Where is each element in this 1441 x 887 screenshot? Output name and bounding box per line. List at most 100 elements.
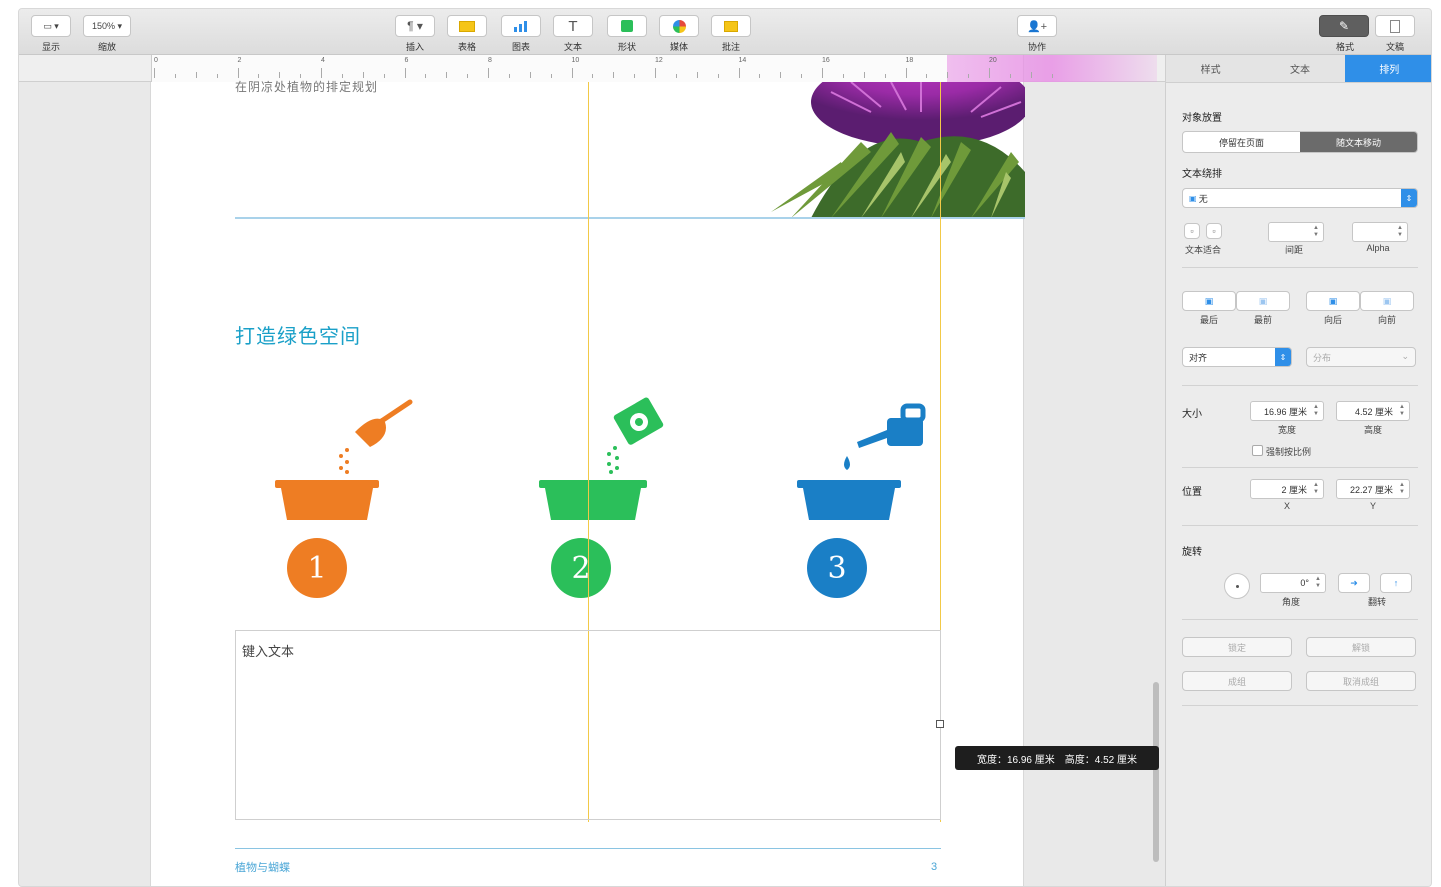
divider xyxy=(1182,385,1418,386)
bring-front-icon: ▣ xyxy=(1258,295,1268,306)
collaborate-button[interactable]: 👤+ xyxy=(1017,15,1057,37)
ruler-tick xyxy=(634,74,636,78)
tab-arrange[interactable]: 排列 xyxy=(1344,55,1431,82)
page[interactable]: 在阴凉处植物的排定规划 打造绿色空间 1 2 3 键入文本 植物与蝴蝶 3 xyxy=(150,80,1025,886)
zoom-select[interactable]: 150% ▾ xyxy=(83,15,131,37)
ruler-number: 6 xyxy=(404,57,409,64)
text-button[interactable]: T xyxy=(553,15,593,37)
flip-vertical-button[interactable]: ↑ xyxy=(1380,573,1412,593)
fit-shape-button[interactable]: ▫ xyxy=(1184,223,1200,239)
footer-divider xyxy=(235,848,941,849)
tooltip-width: 宽度：16.96 厘米 xyxy=(976,754,1055,766)
ruler-tick xyxy=(216,74,218,78)
insert-button[interactable]: ¶ ▾ xyxy=(395,15,435,37)
ruler-tick xyxy=(383,74,385,78)
distribute-select[interactable]: 分布 ⌄ xyxy=(1306,347,1416,367)
watering-can-pot-icon xyxy=(797,403,926,520)
text-wrap-select[interactable]: ▣ 无 ⇕ xyxy=(1182,188,1418,208)
stepper-icon[interactable]: ▲ ▼ xyxy=(1397,404,1407,418)
ruler-tick xyxy=(696,72,698,78)
send-to-back-button[interactable]: ▣ xyxy=(1182,291,1236,311)
angle-label: 角度 xyxy=(1281,597,1300,607)
y-field[interactable]: 22.27 厘米 ▲ ▼ xyxy=(1336,479,1410,499)
comment-button[interactable] xyxy=(711,15,751,37)
ruler-tick xyxy=(529,72,531,78)
section-heading[interactable]: 打造绿色空间 xyxy=(235,320,361,349)
angle-field[interactable]: 0° ▲ ▼ xyxy=(1260,573,1326,593)
constrain-proportions-checkbox[interactable] xyxy=(1252,445,1263,456)
media-label: 媒体 xyxy=(669,42,688,52)
ungroup-button[interactable]: 取消成组 xyxy=(1306,671,1416,691)
ruler-tick xyxy=(508,74,510,78)
angle-value: 0° xyxy=(1300,578,1309,588)
ruler-tick xyxy=(1051,74,1053,78)
ruler-tick xyxy=(947,72,949,78)
view-button[interactable]: ▭ ▾ xyxy=(31,15,71,37)
height-field[interactable]: 4.52 厘米 ▲ ▼ xyxy=(1336,401,1410,421)
text-wrap-label: 文本绕排 xyxy=(1182,169,1222,180)
align-select[interactable]: 对齐 ⇕ xyxy=(1182,347,1292,367)
width-field[interactable]: 16.96 厘米 ▲ ▼ xyxy=(1250,401,1324,421)
seed-packet-pot-icon xyxy=(539,397,664,520)
stepper-icon[interactable]: ▲ ▼ xyxy=(1311,482,1321,496)
x-field[interactable]: 2 厘米 ▲ ▼ xyxy=(1250,479,1324,499)
lock-button[interactable]: 锁定 xyxy=(1182,637,1292,657)
table-button[interactable] xyxy=(447,15,487,37)
format-button[interactable]: ✎ xyxy=(1319,15,1369,37)
thistle-image xyxy=(771,82,1025,218)
move-with-text-option[interactable]: 随文本移动 xyxy=(1300,132,1417,152)
bring-to-front-button[interactable]: ▣ xyxy=(1236,291,1290,311)
paragraph-icon: ¶ ▾ xyxy=(407,19,423,33)
ruler-number: 10 xyxy=(571,57,580,64)
ruler-tick xyxy=(195,72,197,78)
stepper-icon[interactable]: ▲ ▼ xyxy=(1397,482,1407,496)
flip-horizontal-button[interactable]: ➜ xyxy=(1338,573,1370,593)
resize-handle-right[interactable] xyxy=(936,720,944,728)
ruler-tick xyxy=(1030,72,1032,78)
selected-text-box[interactable]: 键入文本 xyxy=(235,630,941,820)
unlock-button[interactable]: 解锁 xyxy=(1306,637,1416,657)
stay-on-page-option[interactable]: 停留在页面 xyxy=(1183,132,1300,152)
chart-icon xyxy=(514,21,527,32)
ruler-tick xyxy=(404,68,406,78)
stepper-icon[interactable]: ▲ ▼ xyxy=(1311,404,1321,418)
comment-icon xyxy=(724,20,738,32)
height-value: 4.52 厘米 xyxy=(1354,406,1393,417)
stepper-icon[interactable]: ▲ ▼ xyxy=(1311,225,1321,239)
object-placement-label: 对象放置 xyxy=(1182,113,1222,124)
spacing-field[interactable]: ▲ ▼ xyxy=(1268,222,1324,242)
text-box-placeholder[interactable]: 键入文本 xyxy=(242,641,294,660)
size-label: 大小 xyxy=(1182,409,1202,420)
size-tooltip: 宽度：16.96 厘米 高度：4.52 厘米 xyxy=(955,746,1159,770)
rotation-dial[interactable] xyxy=(1224,573,1250,599)
ruler-tick xyxy=(780,72,782,78)
fit-rect-button[interactable]: ▫ xyxy=(1206,223,1222,239)
group-button[interactable]: 成组 xyxy=(1182,671,1292,691)
chevron-down-icon: ▾ xyxy=(115,20,123,31)
stepper-icon[interactable]: ▲ ▼ xyxy=(1313,576,1323,590)
ruler-tick xyxy=(968,74,970,78)
horizontal-ruler[interactable]: 0 2 4 6 8 10 12 14 16 18 20 xyxy=(19,55,1165,82)
bring-forward-button[interactable]: ▣ xyxy=(1360,291,1414,311)
chart-button[interactable] xyxy=(501,15,541,37)
table-label: 表格 xyxy=(457,42,476,52)
paintbrush-icon: ✎ xyxy=(1338,19,1350,33)
ruler-tick xyxy=(550,74,552,78)
tab-style[interactable]: 样式 xyxy=(1166,55,1256,82)
ruler-tick xyxy=(842,74,844,78)
send-backward-button[interactable]: ▣ xyxy=(1306,291,1360,311)
tab-text[interactable]: 文本 xyxy=(1255,55,1345,82)
document-canvas[interactable]: 在阴凉处植物的排定规划 打造绿色空间 1 2 3 键入文本 植物与蝴蝶 3 宽度… xyxy=(19,80,1165,886)
stepper-icon[interactable]: ▲ ▼ xyxy=(1395,225,1405,239)
fit-rect-icon: ▫ xyxy=(1212,226,1216,236)
ruler-number: 20 xyxy=(989,57,997,64)
thistle-photo[interactable] xyxy=(771,82,1025,218)
text-wrap-value: 无 xyxy=(1198,193,1208,204)
ruler-tick xyxy=(425,74,427,78)
vertical-scrollbar[interactable] xyxy=(1153,682,1159,862)
alpha-field[interactable]: ▲ ▼ xyxy=(1352,222,1408,242)
ruler-number: 12 xyxy=(655,57,663,64)
document-button[interactable] xyxy=(1375,15,1415,37)
media-button[interactable] xyxy=(659,15,699,37)
shape-button[interactable] xyxy=(607,15,647,37)
